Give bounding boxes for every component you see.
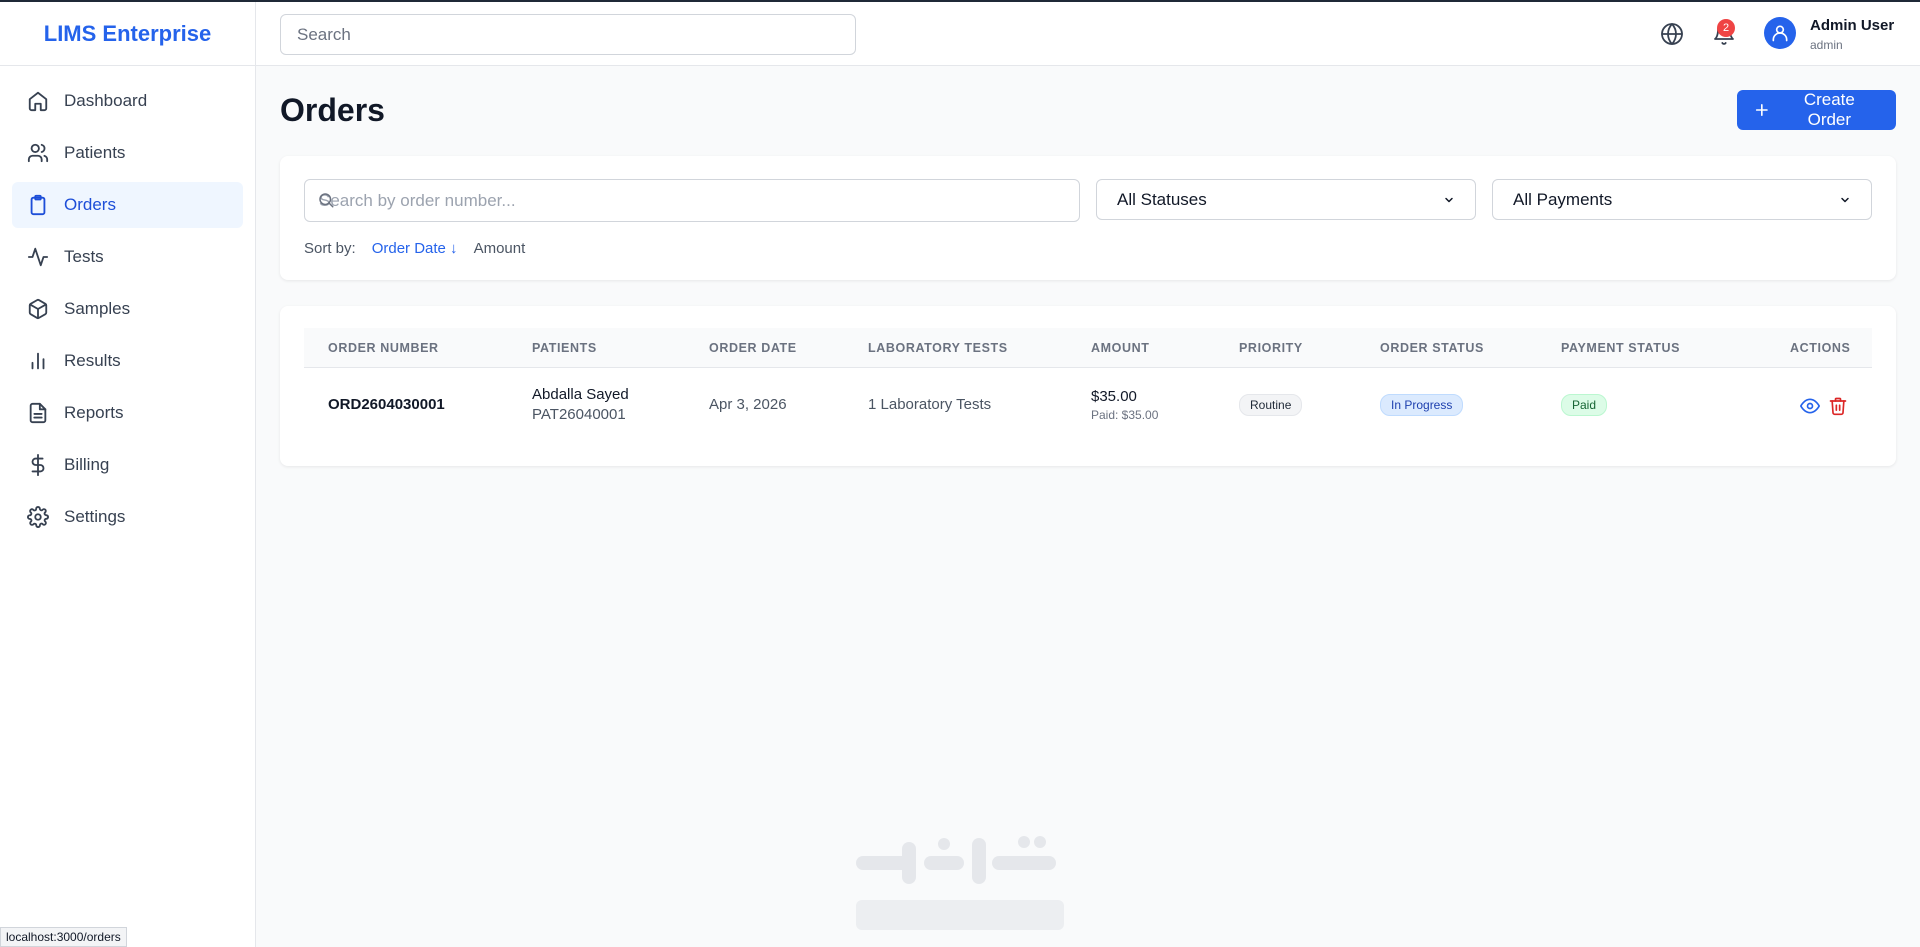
- sort-controls: Sort by: Order Date ↓ Amount: [304, 240, 541, 257]
- sidebar-item-label: Samples: [64, 299, 131, 318]
- filter-panel: All Statuses All Payments Sort by: Order…: [280, 156, 1896, 280]
- payment-status-badge: Paid: [1561, 394, 1608, 416]
- gear-icon: [27, 506, 49, 528]
- plus-icon: [1755, 104, 1768, 116]
- users-icon: [27, 143, 49, 163]
- file-text-icon: [29, 402, 47, 424]
- sidebar-item-settings[interactable]: Settings: [12, 494, 243, 540]
- chevron-down-icon: [1445, 197, 1453, 202]
- order-search-wrapper: [304, 179, 1080, 222]
- sidebar-item-label: Tests: [64, 247, 104, 266]
- sidebar-item-label: Settings: [64, 507, 126, 526]
- order-amount: $35.00: [1091, 388, 1137, 405]
- col-laboratory-tests[interactable]: LABORATORY TESTS: [868, 341, 1008, 355]
- view-order-button[interactable]: [1800, 396, 1820, 416]
- col-patients[interactable]: PATIENTS: [532, 341, 597, 355]
- eye-icon: [1800, 398, 1820, 414]
- sidebar-item-label: Billing: [64, 455, 110, 474]
- create-order-label: Create Order: [1803, 90, 1855, 129]
- globe-icon[interactable]: [1660, 22, 1684, 46]
- notification-count-badge: 2: [1717, 19, 1735, 37]
- sidebar-item-tests[interactable]: Tests: [12, 234, 243, 280]
- brand-logo[interactable]: LIMS Enterprise: [0, 2, 255, 66]
- user-name[interactable]: Admin User: [1810, 17, 1894, 34]
- orders-table: ORDER NUMBER PATIENTS ORDER DATE LABORAT…: [280, 306, 1896, 466]
- order-status-selected: All Statuses: [1117, 189, 1207, 209]
- browser-status-url: localhost:3000/orders: [0, 927, 127, 947]
- create-order-button[interactable]: Create Order: [1737, 90, 1896, 130]
- priority-badge: Routine: [1239, 394, 1303, 416]
- user-icon: [1772, 25, 1788, 42]
- col-priority[interactable]: PRIORITY: [1239, 341, 1303, 355]
- sidebar-item-label: Orders: [64, 195, 116, 214]
- sidebar-item-label: Dashboard: [64, 91, 148, 110]
- col-order-status[interactable]: ORDER STATUS: [1380, 341, 1484, 355]
- order-status-cell: In Progress: [1380, 394, 1464, 416]
- payment-status-select[interactable]: All Payments: [1492, 179, 1872, 220]
- top-header: 2 Admin User admin: [256, 2, 1920, 66]
- col-actions: ACTIONS: [1790, 341, 1851, 355]
- clipboard-icon: [30, 194, 46, 216]
- avatar[interactable]: [1764, 17, 1796, 49]
- table-header: ORDER NUMBER PATIENTS ORDER DATE LABORAT…: [304, 328, 1872, 368]
- sort-label: Sort by:: [304, 240, 356, 257]
- watermark-logo: [856, 836, 1064, 930]
- col-payment-status[interactable]: PAYMENT STATUS: [1561, 341, 1680, 355]
- activity-icon: [27, 247, 49, 267]
- payment-status-cell: Paid: [1561, 394, 1608, 416]
- sidebar-item-label: Patients: [64, 143, 126, 162]
- priority-cell: Routine: [1239, 394, 1303, 416]
- sidebar-item-patients[interactable]: Patients: [12, 130, 243, 176]
- order-date: Apr 3, 2026: [709, 396, 787, 413]
- payment-status-selected: All Payments: [1513, 189, 1613, 209]
- user-role: admin: [1810, 38, 1843, 52]
- sidebar-item-billing[interactable]: Billing: [12, 442, 243, 488]
- patient-id: PAT26040001: [532, 406, 626, 423]
- sidebar-item-reports[interactable]: Reports: [12, 390, 243, 436]
- home-icon: [28, 91, 48, 112]
- sidebar-item-label: Reports: [64, 403, 124, 422]
- page-title: Orders: [280, 92, 385, 128]
- sidebar: LIMS Enterprise Dashboard Patients Order…: [0, 2, 256, 947]
- trash-icon: [1829, 397, 1847, 416]
- order-status-select[interactable]: All Statuses: [1096, 179, 1476, 220]
- delete-order-button[interactable]: [1828, 396, 1848, 416]
- dollar-icon: [31, 454, 45, 476]
- col-order-date[interactable]: ORDER DATE: [709, 341, 797, 355]
- package-icon: [28, 298, 48, 320]
- patient-name[interactable]: Abdalla Sayed: [532, 386, 629, 403]
- sidebar-item-samples[interactable]: Samples: [12, 286, 243, 332]
- sidebar-nav: Dashboard Patients Orders Tests Samples …: [0, 66, 255, 558]
- chevron-down-icon: [1841, 197, 1849, 202]
- sidebar-item-dashboard[interactable]: Dashboard: [12, 78, 243, 124]
- sidebar-item-orders[interactable]: Orders: [12, 182, 243, 228]
- sidebar-item-results[interactable]: Results: [12, 338, 243, 384]
- paid-amount: Paid: $35.00: [1091, 408, 1159, 422]
- order-number[interactable]: ORD2604030001: [328, 396, 445, 413]
- col-amount[interactable]: AMOUNT: [1091, 341, 1149, 355]
- order-search-input[interactable]: [304, 179, 1080, 222]
- col-order-number[interactable]: ORDER NUMBER: [328, 341, 439, 355]
- app-root: LIMS Enterprise Dashboard Patients Order…: [0, 0, 1920, 947]
- global-search-input[interactable]: [280, 14, 856, 55]
- bar-chart-icon: [31, 352, 45, 370]
- laboratory-tests-count: 1 Laboratory Tests: [868, 396, 992, 413]
- sidebar-item-label: Results: [64, 351, 121, 370]
- sort-order-date-button[interactable]: Order Date ↓: [372, 240, 458, 257]
- sort-amount-button[interactable]: Amount: [474, 240, 526, 257]
- search-icon: [319, 193, 334, 208]
- table-row[interactable]: ORD2604030001 Abdalla Sayed PAT26040001 …: [304, 368, 1872, 448]
- order-status-badge: In Progress: [1380, 394, 1464, 416]
